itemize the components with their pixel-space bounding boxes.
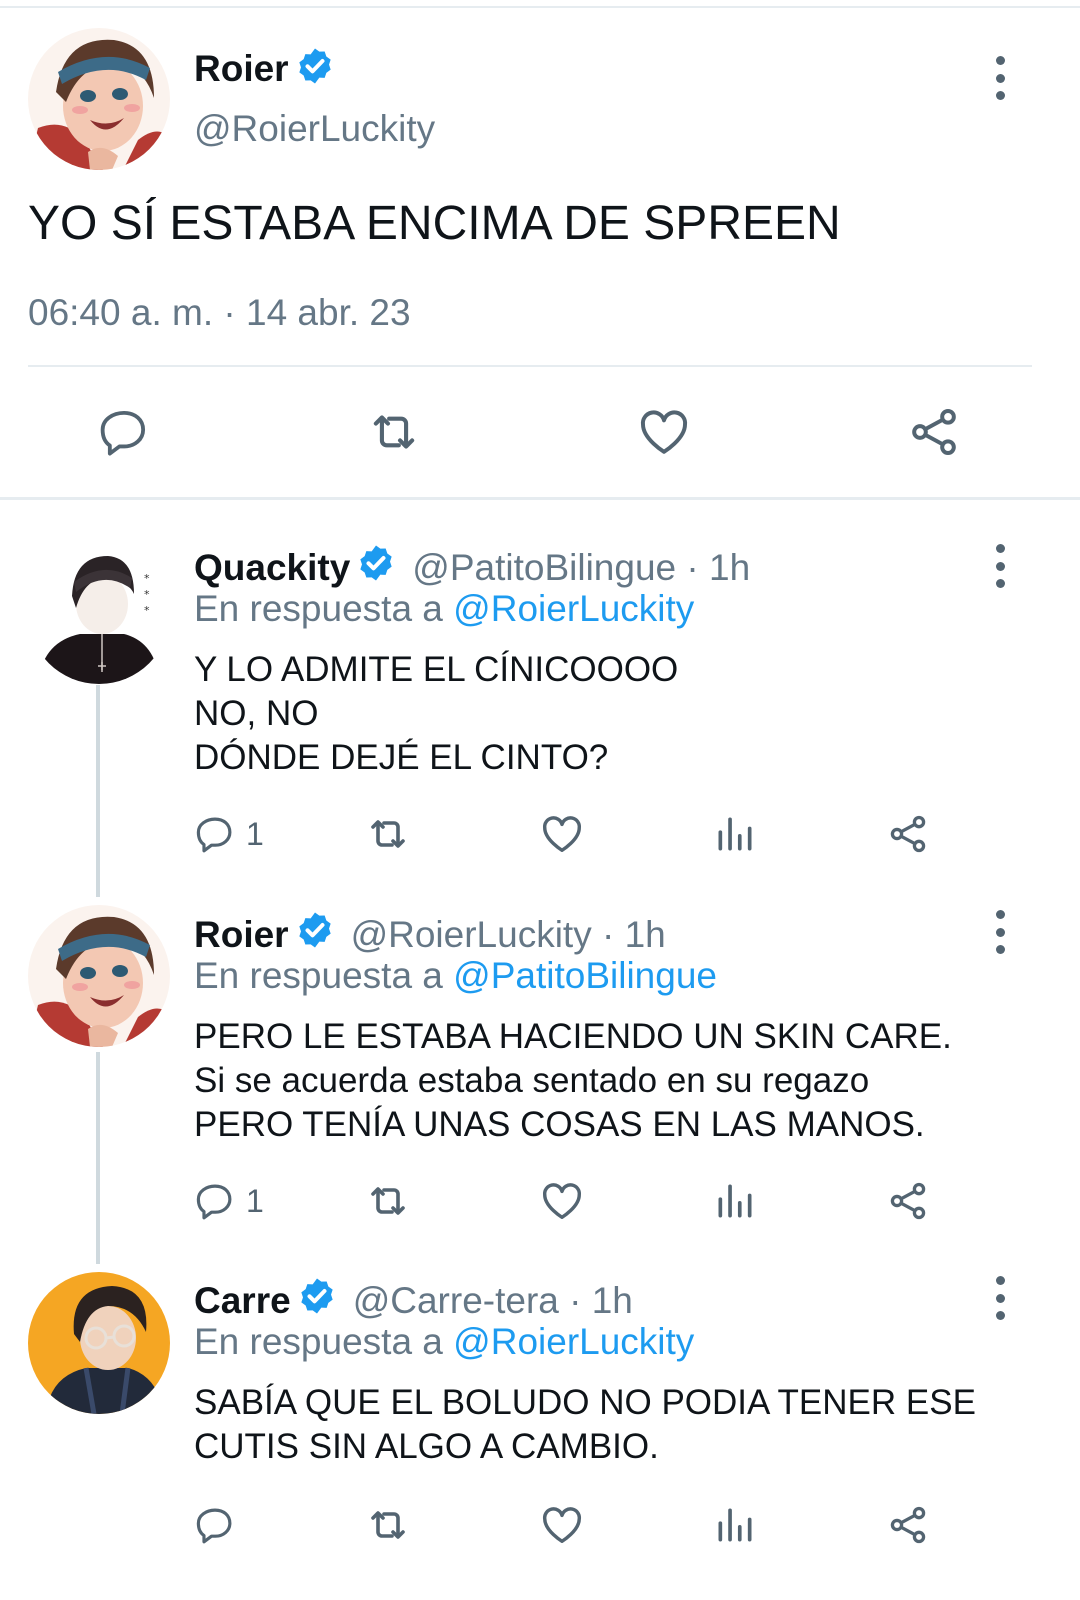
thread-line [96,1052,100,1264]
reply-author-handle[interactable]: @RoierLuckity · 1h [351,914,666,956]
retweet-button[interactable] [364,809,412,859]
like-icon [543,1183,581,1220]
reply-icon [196,817,232,853]
share-button[interactable] [886,1176,930,1226]
share-icon [912,409,956,455]
share-icon [890,1182,926,1220]
analytics-button[interactable] [713,1176,757,1226]
reply-text: Y LO ADMITE EL CÍNICOOOO NO, NO DÓNDE DE… [194,650,679,777]
like-icon [543,816,581,853]
reply-prefix: En respuesta a [194,588,454,629]
verified-badge-icon [297,1276,337,1325]
reply-prefix: En respuesta a [194,955,454,996]
retweet-icon [373,415,415,449]
reply-icon [100,410,146,456]
retweet-button[interactable] [364,1176,412,1226]
reply-count: 1 [246,1182,264,1219]
reply-button[interactable]: 1 [194,1176,264,1226]
reply-action-bar: 1 [0,809,1080,859]
analytics-icon [718,1508,752,1542]
svg-text:*: * [144,588,150,601]
verified-badge-icon [295,910,335,959]
retweet-button[interactable] [362,400,426,464]
reply-context: En respuesta a @RoierLuckity [194,588,694,630]
like-icon [641,410,687,454]
reply-context: En respuesta a @RoierLuckity [194,1321,694,1363]
like-button[interactable] [539,1176,585,1226]
verified-badge-icon [356,543,396,592]
section-divider [0,497,1080,500]
reply-text: SABÍA QUE EL BOLUDO NO PODIA TENER ESE C… [194,1383,976,1466]
avatar-roier[interactable] [28,905,170,1047]
svg-text:*: * [144,604,150,617]
divider [28,365,1032,367]
verified-badge-icon [295,46,335,91]
reply-count: 1 [246,815,264,852]
author-name[interactable]: Roier [194,48,289,90]
svg-text:*: * [144,572,150,585]
reply-prefix: En respuesta a [194,1321,454,1362]
tweet-timestamp[interactable]: 06:40 a. m. · 14 abr. 23 [28,292,411,334]
thread-line [96,685,100,897]
author-handle[interactable]: @RoierLuckity [194,108,435,150]
reply-icon [196,1508,232,1544]
avatar-roier[interactable] [28,28,170,170]
more-icon[interactable] [993,544,1007,588]
reply-button[interactable]: 1 [194,809,264,859]
author-row: Roier [194,46,335,91]
retweet-icon [371,1187,405,1215]
analytics-icon [718,817,752,851]
reply-author-handle[interactable]: @PatitoBilingue · 1h [412,547,750,589]
reply-button[interactable] [92,400,156,464]
share-icon [890,1506,926,1544]
share-button[interactable] [886,1500,930,1550]
reply-author-row: Carre @Carre-tera · 1h [194,1276,633,1325]
share-button[interactable] [886,809,930,859]
more-icon[interactable] [993,1276,1007,1320]
avatar-quackity[interactable]: * * * [28,542,170,684]
tweet-action-bar [0,400,1080,464]
reply-mention-link[interactable]: @RoierLuckity [453,1321,694,1362]
reply-button[interactable] [194,1500,246,1550]
top-divider [0,0,1080,8]
tweet-text: YO SÍ ESTABA ENCIMA DE SPREEN [28,197,841,250]
retweet-button[interactable] [364,1500,412,1550]
analytics-button[interactable] [713,809,757,859]
like-button[interactable] [539,1500,585,1550]
reply-action-bar [0,1500,1080,1550]
reply-icon [196,1184,232,1220]
avatar-carre[interactable] [28,1272,170,1414]
reply-mention-link[interactable]: @RoierLuckity [453,588,694,629]
reply-text: PERO LE ESTABA HACIENDO UN SKIN CARE. Si… [194,1017,952,1144]
reply-author-name[interactable]: Carre [194,1280,291,1322]
retweet-icon [371,1511,405,1539]
reply-author-name[interactable]: Roier [194,914,289,956]
reply-context: En respuesta a @PatitoBilingue [194,955,717,997]
share-button[interactable] [902,400,966,464]
reply-author-name[interactable]: Quackity [194,547,350,589]
like-button[interactable] [632,400,696,464]
more-icon[interactable] [993,56,1007,100]
reply-author-row: Quackity @PatitoBilingue · 1h [194,543,750,592]
reply-author-row: Roier @RoierLuckity · 1h [194,910,666,959]
reply-action-bar: 1 [0,1176,1080,1226]
reply-mention-link[interactable]: @PatitoBilingue [453,955,717,996]
like-icon [543,1507,581,1544]
more-icon[interactable] [993,910,1007,954]
reply-author-handle[interactable]: @Carre-tera · 1h [353,1280,633,1322]
retweet-icon [371,820,405,848]
analytics-button[interactable] [713,1500,757,1550]
share-icon [890,815,926,853]
analytics-icon [718,1184,752,1218]
like-button[interactable] [539,809,585,859]
